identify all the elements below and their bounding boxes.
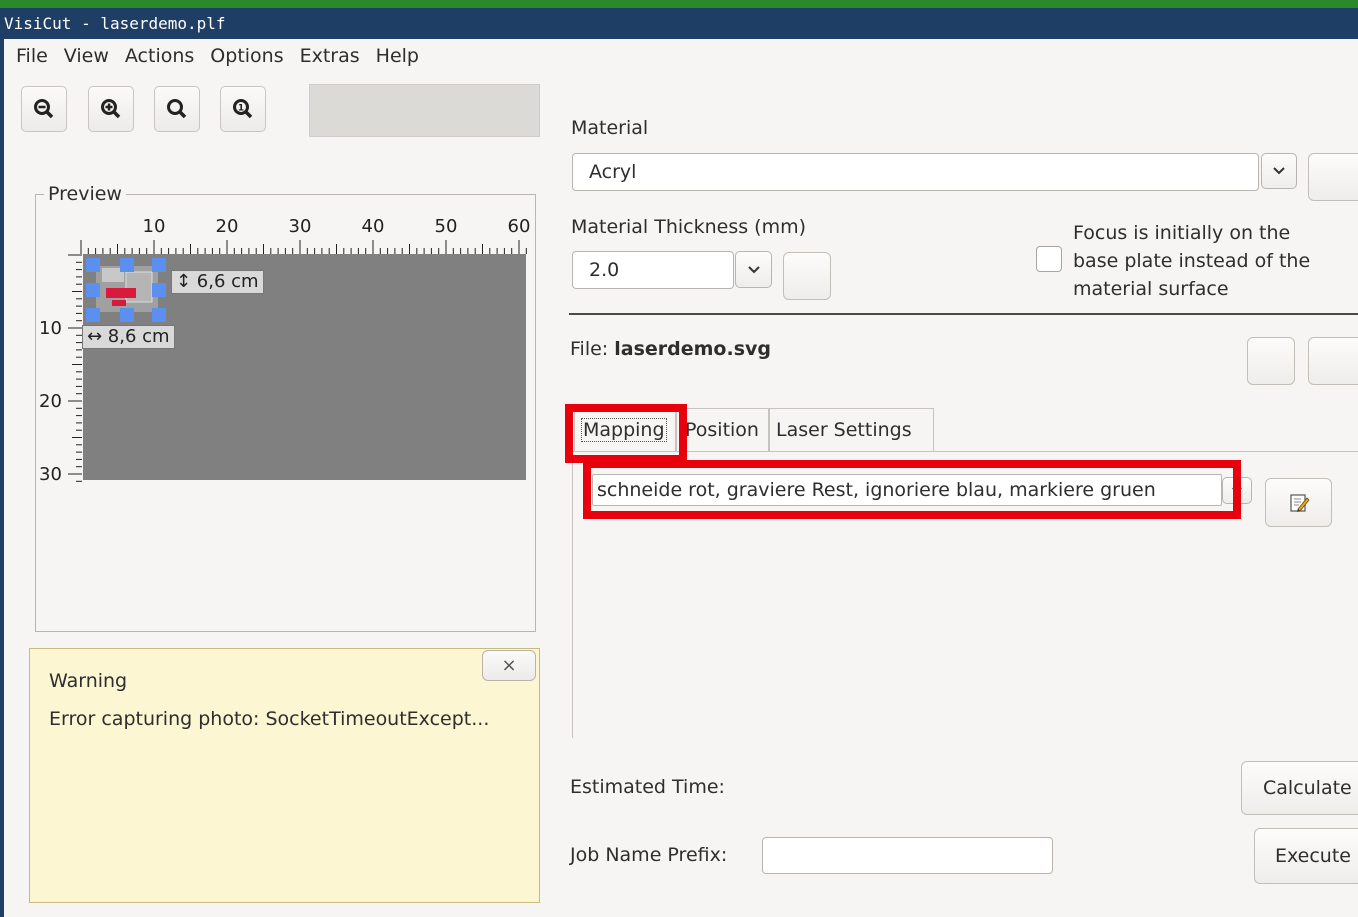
file-open-button[interactable] (1247, 337, 1295, 385)
file-label: File: laserdemo.svg (570, 338, 771, 360)
chevron-down-icon (747, 265, 760, 273)
file-name: laserdemo.svg (614, 338, 771, 360)
thickness-select[interactable]: 2.0 (572, 251, 734, 289)
execute-button[interactable]: Execute (1254, 828, 1358, 884)
highlight-mapping-select (583, 460, 1241, 519)
zoom-out-icon (34, 99, 54, 119)
zoom-1to1-icon: 1 (233, 99, 253, 119)
menu-view[interactable]: View (54, 45, 115, 67)
chevron-down-icon (1273, 167, 1285, 175)
warning-title: Warning (49, 670, 128, 692)
focus-label-line: base plate instead of the (1073, 250, 1311, 272)
focus-label-line: Focus is initially on the (1073, 222, 1291, 244)
highlight-mapping-tab (565, 404, 687, 463)
menu-bar: File View Actions Options Extras Help (6, 40, 425, 72)
focus-label-line: material surface (1073, 278, 1229, 300)
file-reload-button[interactable] (1308, 337, 1358, 385)
ruler-tick-label: 30 (289, 216, 312, 237)
edit-icon (1289, 493, 1310, 512)
ruler-top: cm 10 20 30 40 50 60 (80, 216, 530, 254)
focus-checkbox[interactable] (1036, 246, 1062, 272)
ruler-tick-label: 20 (216, 216, 239, 237)
warning-close-button[interactable]: × (482, 650, 536, 681)
ruler-tick-label: 20 (39, 391, 62, 412)
selected-design[interactable] (86, 258, 168, 324)
menu-file[interactable]: File (6, 45, 54, 67)
material-select[interactable]: Acryl (572, 153, 1259, 191)
thickness-label: Material Thickness (mm) (571, 216, 807, 238)
tab-position[interactable]: Position (676, 408, 769, 451)
separator (569, 313, 1358, 315)
width-dimension-label: ↔ 8,6 cm (82, 325, 175, 349)
job-prefix-label: Job Name Prefix: (570, 844, 728, 866)
zoom-in-button[interactable] (88, 86, 134, 132)
window-title: VisiCut - laserdemo.plf (0, 8, 1358, 39)
ruler-tick-label: 10 (39, 318, 62, 339)
material-dropdown-button[interactable] (1261, 153, 1297, 189)
zoom-out-button[interactable] (21, 86, 67, 132)
menu-options[interactable]: Options (200, 45, 289, 67)
height-dimension-label: ↕ 6,6 cm (171, 270, 264, 294)
zoom-fit-button[interactable] (154, 86, 200, 132)
ruler-tick-label: 10 (143, 216, 166, 237)
material-label: Material (571, 117, 649, 139)
preview-title: Preview (44, 183, 126, 205)
thickness-dropdown-button[interactable] (735, 251, 772, 288)
top-strip (0, 0, 1358, 8)
svg-text:1: 1 (238, 104, 244, 114)
ruler-tick-label: 40 (362, 216, 385, 237)
focus-checkbox-label: Focus is initially on the base plate ins… (1073, 219, 1310, 303)
menu-extras[interactable]: Extras (290, 45, 366, 67)
calculate-button[interactable]: Calculate (1241, 761, 1358, 815)
menu-actions[interactable]: Actions (115, 45, 200, 67)
tab-panel-border (572, 452, 573, 738)
zoom-in-icon (101, 99, 121, 119)
job-prefix-input[interactable] (762, 837, 1053, 874)
ruler-tick-label: 60 (508, 216, 530, 237)
zoom-fit-icon (167, 99, 187, 119)
mapping-edit-button[interactable] (1265, 478, 1332, 527)
zoom-reset-button[interactable]: 1 (220, 86, 266, 132)
zoom-level-box[interactable] (309, 84, 540, 137)
file-prefix: File: (570, 338, 615, 360)
warning-message: Error capturing photo: SocketTimeoutExce… (49, 708, 490, 730)
material-edit-button[interactable] (1308, 153, 1358, 201)
estimated-time-label: Estimated Time: (570, 776, 725, 798)
ruler-tick-label: 30 (39, 464, 62, 484)
thickness-edit-button[interactable] (783, 252, 831, 300)
menu-help[interactable]: Help (366, 45, 425, 67)
ruler-left: 10 20 30 (39, 254, 82, 484)
tab-laser-settings[interactable]: Laser Settings (769, 408, 934, 451)
ruler-tick-label: 50 (435, 216, 458, 237)
window-border (0, 39, 4, 917)
